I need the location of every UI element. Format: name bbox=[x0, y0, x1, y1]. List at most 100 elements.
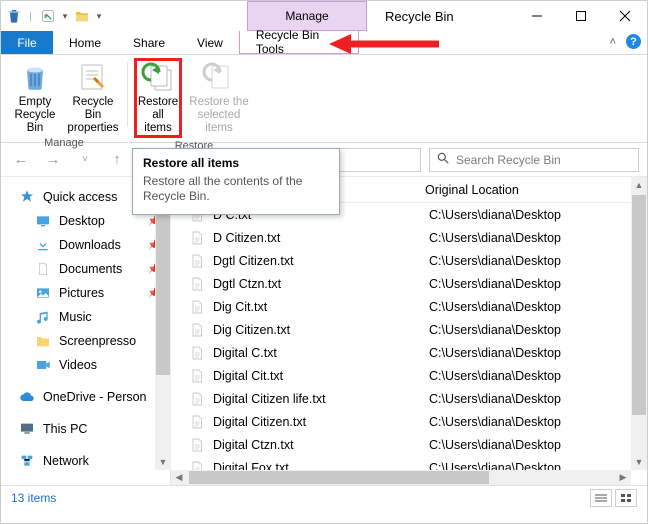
tab-view[interactable]: View bbox=[181, 31, 239, 54]
table-row[interactable]: Digital Citizen.txtC:\Users\diana\Deskto… bbox=[171, 410, 647, 433]
music-icon bbox=[35, 309, 51, 325]
title-bar: │ ▾ ▾ Manage Recycle Bin bbox=[1, 1, 647, 31]
file-original-location: C:\Users\diana\Desktop bbox=[429, 438, 647, 452]
help-icon[interactable]: ? bbox=[626, 34, 641, 49]
btn-label: Empty bbox=[19, 96, 52, 109]
sidebar-item-label: Downloads bbox=[59, 238, 121, 252]
contextual-tab-header: Manage bbox=[247, 1, 367, 31]
column-header-original-location[interactable]: Original Location bbox=[425, 183, 647, 197]
tab-recycle-bin-tools[interactable]: Recycle Bin Tools bbox=[239, 31, 359, 54]
table-row[interactable]: Digital Citizen life.txtC:\Users\diana\D… bbox=[171, 387, 647, 410]
search-box[interactable]: Search Recycle Bin bbox=[429, 148, 639, 172]
sidebar-item-network[interactable]: Network bbox=[1, 449, 170, 473]
tooltip-title: Restore all items bbox=[143, 156, 329, 170]
sidebar-item-downloads[interactable]: Downloads 📌 bbox=[1, 233, 170, 257]
scroll-thumb[interactable] bbox=[189, 471, 489, 484]
scroll-thumb[interactable] bbox=[156, 195, 170, 375]
file-original-location: C:\Users\diana\Desktop bbox=[429, 208, 647, 222]
file-name: Digital C.txt bbox=[213, 346, 429, 360]
content-area: Quick access Desktop 📌 Downloads 📌 Docum… bbox=[1, 177, 647, 485]
file-original-location: C:\Users\diana\Desktop bbox=[429, 346, 647, 360]
back-button[interactable]: ← bbox=[9, 148, 33, 172]
recycle-bin-properties-button[interactable]: Recycle Bin properties bbox=[65, 58, 121, 135]
sidebar-item-label: Documents bbox=[59, 262, 122, 276]
sidebar-item-pictures[interactable]: Pictures 📌 bbox=[1, 281, 170, 305]
qat-separator: │ bbox=[27, 12, 35, 21]
scroll-thumb[interactable] bbox=[632, 195, 646, 415]
tab-rbt-label: Recycle Bin Tools bbox=[256, 28, 342, 56]
collapse-ribbon-icon[interactable]: ˄ bbox=[610, 36, 616, 48]
sidebar-item-documents[interactable]: Documents 📌 bbox=[1, 257, 170, 281]
restore-selected-icon bbox=[202, 60, 236, 94]
scroll-left-button[interactable]: ◀ bbox=[171, 470, 187, 485]
window-title: Recycle Bin bbox=[367, 1, 515, 31]
file-original-location: C:\Users\diana\Desktop bbox=[429, 392, 647, 406]
sidebar-item-screenpresso[interactable]: Screenpresso bbox=[1, 329, 170, 353]
sidebar-item-this-pc[interactable]: This PC bbox=[1, 417, 170, 441]
column-label: Original Location bbox=[425, 183, 519, 197]
sidebar-item-label: This PC bbox=[43, 422, 87, 436]
tab-home-label: Home bbox=[69, 36, 101, 50]
btn-label: Restore the bbox=[189, 96, 248, 109]
scroll-down-button[interactable]: ▼ bbox=[631, 454, 647, 470]
properties-quick-icon[interactable] bbox=[39, 5, 57, 27]
table-row[interactable]: Dgtl Citizen.txtC:\Users\diana\Desktop bbox=[171, 249, 647, 272]
sidebar-scrollbar[interactable]: ▲ ▼ bbox=[155, 177, 171, 470]
minimize-button[interactable] bbox=[515, 1, 559, 31]
forward-button[interactable]: → bbox=[41, 148, 65, 172]
search-placeholder: Search Recycle Bin bbox=[456, 153, 561, 167]
sidebar-item-label: Pictures bbox=[59, 286, 104, 300]
empty-recycle-bin-button[interactable]: Empty Recycle Bin bbox=[7, 58, 63, 135]
folder-new-icon[interactable] bbox=[73, 5, 91, 27]
text-file-icon bbox=[189, 230, 205, 246]
horizontal-scrollbar[interactable]: ◀ ▶ bbox=[171, 470, 631, 485]
up-button[interactable]: ↑ bbox=[105, 148, 129, 172]
file-name: Digital Citizen.txt bbox=[213, 415, 429, 429]
recycle-bin-icon bbox=[5, 5, 23, 27]
tooltip-restore-all: Restore all items Restore all the conten… bbox=[132, 148, 340, 215]
btn-label: selected items bbox=[184, 109, 254, 135]
btn-label: Restore bbox=[138, 96, 178, 109]
tab-share[interactable]: Share bbox=[117, 31, 181, 54]
table-row[interactable]: Dig Citizen.txtC:\Users\diana\Desktop bbox=[171, 318, 647, 341]
tab-share-label: Share bbox=[133, 36, 165, 50]
close-button[interactable] bbox=[603, 1, 647, 31]
large-icons-view-button[interactable] bbox=[615, 489, 637, 507]
sidebar-item-music[interactable]: Music bbox=[1, 305, 170, 329]
scroll-up-button[interactable]: ▲ bbox=[631, 177, 647, 193]
quick-access-toolbar: │ ▾ ▾ bbox=[1, 1, 107, 31]
file-list-pane: Name Original Location D C.txtC:\Users\d… bbox=[171, 177, 647, 485]
table-row[interactable]: Digital C.txtC:\Users\diana\Desktop bbox=[171, 341, 647, 364]
sidebar-item-videos[interactable]: Videos bbox=[1, 353, 170, 377]
btn-label: properties bbox=[67, 122, 118, 135]
desktop-icon bbox=[35, 213, 51, 229]
table-row[interactable]: Dig Cit.txtC:\Users\diana\Desktop bbox=[171, 295, 647, 318]
folder-icon bbox=[35, 333, 51, 349]
restore-all-items-button[interactable]: Restore all items bbox=[134, 58, 182, 138]
text-file-icon bbox=[189, 253, 205, 269]
vertical-scrollbar[interactable]: ▲ ▼ bbox=[631, 177, 647, 470]
table-row[interactable]: Dgtl Ctzn.txtC:\Users\diana\Desktop bbox=[171, 272, 647, 295]
tab-file[interactable]: File bbox=[1, 31, 53, 54]
scroll-right-button[interactable]: ▶ bbox=[615, 470, 631, 485]
chevron-down-icon[interactable]: ▾ bbox=[61, 11, 69, 22]
properties-icon bbox=[76, 60, 110, 94]
chevron-down-icon[interactable]: ▾ bbox=[95, 11, 103, 22]
tab-home[interactable]: Home bbox=[53, 31, 117, 54]
documents-icon bbox=[35, 261, 51, 277]
recent-locations-button[interactable]: ˅ bbox=[73, 148, 97, 172]
table-row[interactable]: Digital Cit.txtC:\Users\diana\Desktop bbox=[171, 364, 647, 387]
file-original-location: C:\Users\diana\Desktop bbox=[429, 369, 647, 383]
scroll-down-button[interactable]: ▼ bbox=[155, 454, 171, 470]
sidebar-item-onedrive[interactable]: OneDrive - Person bbox=[1, 385, 170, 409]
file-original-location: C:\Users\diana\Desktop bbox=[429, 254, 647, 268]
details-view-button[interactable] bbox=[590, 489, 612, 507]
sidebar-item-label: OneDrive - Person bbox=[43, 390, 147, 404]
network-icon bbox=[19, 453, 35, 469]
table-row[interactable]: D Citizen.txtC:\Users\diana\Desktop bbox=[171, 226, 647, 249]
maximize-button[interactable] bbox=[559, 1, 603, 31]
navigation-sidebar: Quick access Desktop 📌 Downloads 📌 Docum… bbox=[1, 177, 171, 485]
text-file-icon bbox=[189, 345, 205, 361]
text-file-icon bbox=[189, 437, 205, 453]
table-row[interactable]: Digital Ctzn.txtC:\Users\diana\Desktop bbox=[171, 433, 647, 456]
